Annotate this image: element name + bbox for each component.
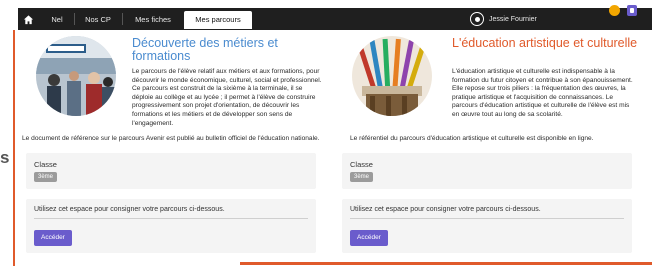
card-description: L'éducation artistique et culturelle est… — [452, 68, 633, 118]
card-image-salon — [36, 36, 116, 116]
action-panel: Utilisez cet espace pour consigner votre… — [26, 199, 316, 253]
info-text: Utilisez cet espace pour consigner votre… — [350, 206, 541, 213]
nav-divider — [122, 13, 123, 25]
divider — [350, 218, 624, 219]
card-description-tail: Le document de référence sur le parcours… — [22, 135, 320, 142]
accent-bar-bottom — [240, 262, 652, 265]
user-icon — [470, 12, 484, 26]
accent-bar-left — [13, 30, 15, 266]
classe-label: Classe — [350, 160, 373, 169]
classe-panel: Classe 3ème — [342, 153, 632, 189]
classe-badge: 3ème — [34, 172, 58, 182]
tab-nel[interactable]: Nel — [44, 12, 70, 27]
access-button[interactable]: Accéder — [34, 230, 72, 246]
classe-badge: 3ème — [350, 172, 374, 182]
nav-divider — [74, 13, 75, 25]
classe-panel: Classe 3ème — [26, 153, 316, 189]
side-label: s — [0, 148, 10, 167]
action-panel: Utilisez cet espace pour consigner votre… — [342, 199, 632, 253]
home-icon — [23, 14, 33, 24]
card-description-tail: Le référentiel du parcours d'éducation a… — [350, 135, 594, 142]
settings-icon[interactable] — [627, 5, 637, 16]
access-button[interactable]: Accéder — [350, 230, 388, 246]
user-menu[interactable]: Jessie Fournier — [470, 10, 537, 28]
tab-mes-parcours[interactable]: Mes parcours — [184, 11, 252, 29]
parcours-card-avenir: Découverte des métiers et formations Le … — [22, 30, 322, 256]
user-name: Jessie Fournier — [489, 15, 537, 23]
classe-label: Classe — [34, 160, 57, 169]
home-button[interactable] — [18, 8, 38, 30]
tab-nos-cp[interactable]: Nos CP — [78, 12, 118, 27]
card-title[interactable]: Découverte des métiers et formations — [132, 37, 322, 62]
card-description: Le parcours de l'élève relatif aux métie… — [132, 68, 322, 127]
tab-mes-fiches[interactable]: Mes fiches — [126, 12, 180, 27]
divider — [34, 218, 308, 219]
notification-icon[interactable] — [609, 5, 620, 16]
parcours-card-artistique: L'éducation artistique et culturelle L'é… — [338, 30, 638, 256]
card-image-brushes — [352, 36, 432, 116]
card-title[interactable]: L'éducation artistique et culturelle — [452, 37, 638, 50]
top-navigation-bar: Nel Nos CP Mes fiches Mes parcours Jessi… — [18, 8, 652, 30]
info-text: Utilisez cet espace pour consigner votre… — [34, 206, 225, 213]
